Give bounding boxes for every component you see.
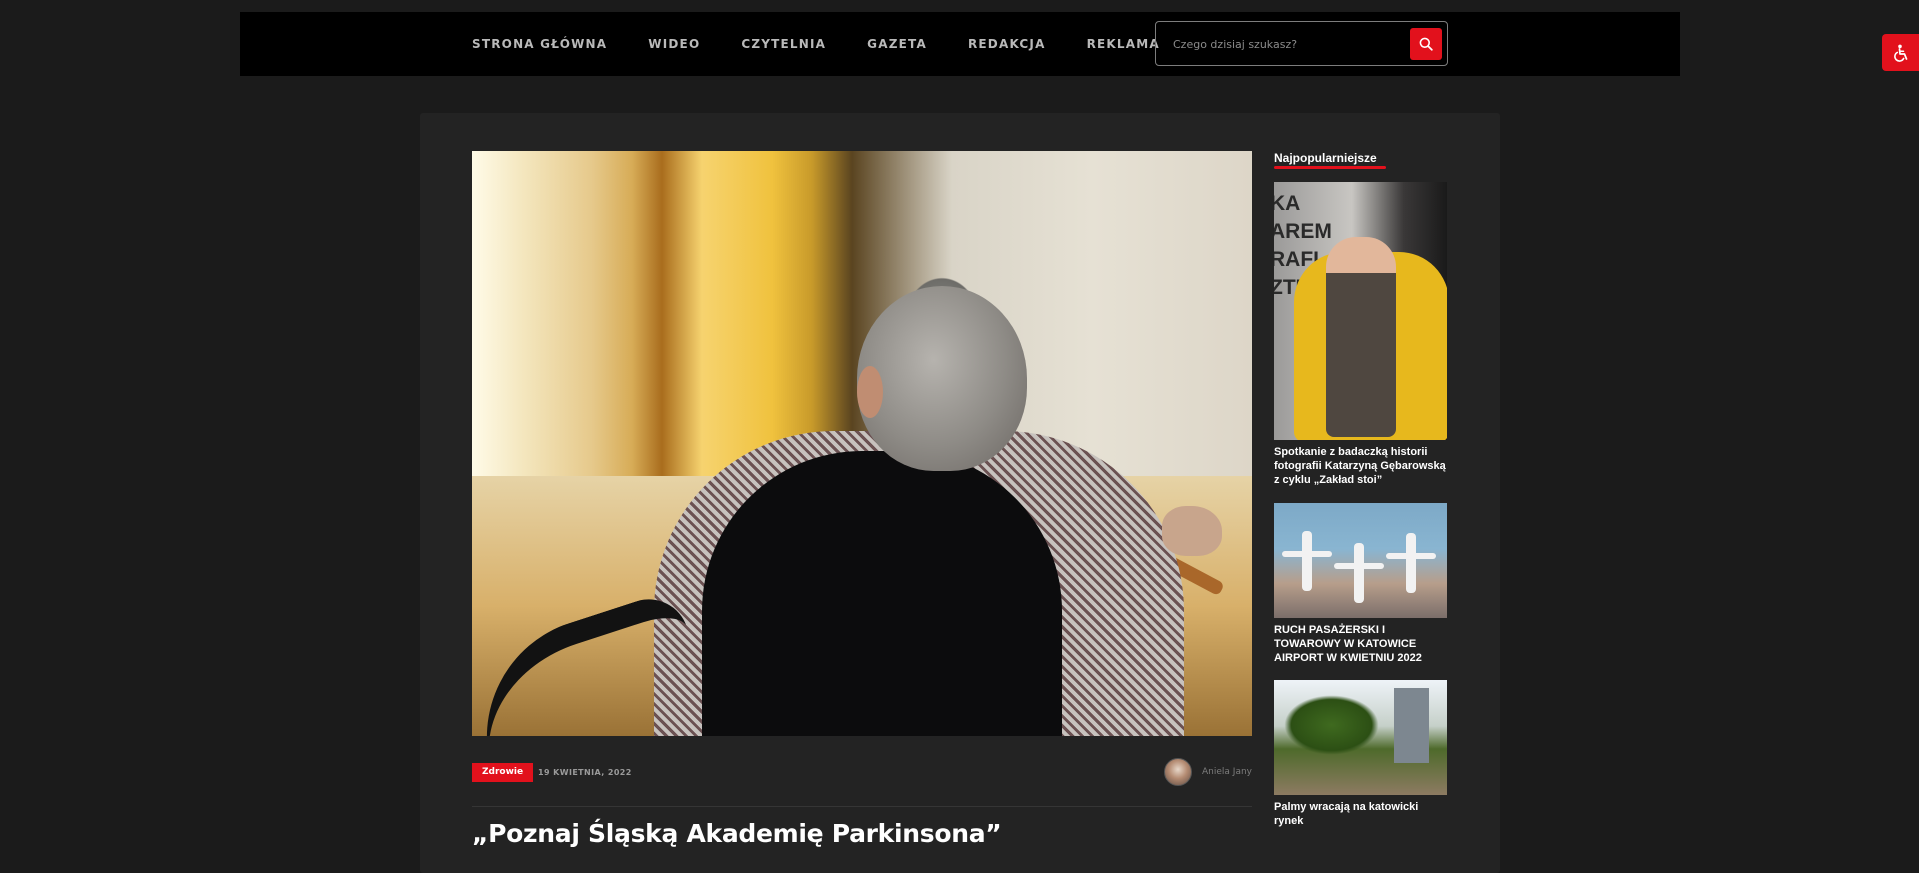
article-hero-image [472, 151, 1252, 736]
nav-link-home[interactable]: STRONA GŁÓWNA [472, 37, 607, 51]
palm-tree [1284, 695, 1379, 755]
search-icon [1419, 37, 1433, 51]
search-button[interactable] [1410, 28, 1442, 60]
hero-hand [1162, 506, 1222, 556]
article-title: „Poznaj Śląską Akademię Parkinsona” [472, 819, 1002, 848]
article-meta: Zdrowie 19 KWIETNIA, 2022 Aniela Jany [472, 758, 1252, 787]
popular-sidebar: Najpopularniejsze KA AREM RAFI ZTUKA Spo… [1274, 149, 1447, 828]
popular-post-title[interactable]: Palmy wracają na katowicki rynek [1274, 800, 1447, 828]
author-link[interactable]: Aniela Jany [1164, 757, 1252, 787]
hero-vest [702, 451, 1062, 736]
popular-post-title[interactable]: Spotkanie z badaczką historii fotografii… [1274, 445, 1447, 487]
wheelchair-icon [1893, 44, 1907, 62]
airplane [1334, 543, 1384, 603]
popular-post-image[interactable]: KA AREM RAFI ZTUKA [1274, 182, 1447, 440]
backdrop-line: AREM [1274, 220, 1332, 243]
search-box [1155, 21, 1448, 67]
popular-post-image[interactable] [1274, 503, 1447, 618]
article-card: Zdrowie 19 KWIETNIA, 2022 Aniela Jany „P… [420, 113, 1500, 873]
airplane [1282, 531, 1332, 591]
hero-head [857, 286, 1027, 471]
popular-post[interactable]: Palmy wracają na katowicki rynek [1274, 680, 1447, 828]
airplane [1386, 533, 1436, 593]
popular-post[interactable]: RUCH PASAŻERSKI I TOWAROWY W KATOWICE AI… [1274, 503, 1447, 665]
main-menu: STRONA GŁÓWNA WIDEO CZYTELNIA GAZETA RED… [472, 12, 1201, 76]
building [1394, 688, 1429, 763]
category-badge[interactable]: Zdrowie [472, 763, 534, 782]
sidebar-heading: Najpopularniejsze [1274, 151, 1386, 169]
popular-post-title[interactable]: RUCH PASAŻERSKI I TOWAROWY W KATOWICE AI… [1274, 623, 1447, 665]
accessibility-button[interactable] [1882, 34, 1919, 71]
meta-divider [472, 806, 1252, 807]
author-name: Aniela Jany [1202, 767, 1252, 777]
author-avatar [1164, 758, 1193, 786]
search-input[interactable] [1171, 22, 1395, 67]
nav-link-newspaper[interactable]: GAZETA [867, 37, 927, 51]
hero-ear [857, 366, 883, 418]
nav-link-editorial[interactable]: REDAKCJA [968, 37, 1046, 51]
publish-date: 19 KWIETNIA, 2022 [538, 768, 632, 777]
popular-post[interactable]: KA AREM RAFI ZTUKA Spotkanie z badaczką … [1274, 182, 1447, 487]
nav-link-advertising[interactable]: REKLAMA [1087, 37, 1160, 51]
backdrop-line: KA [1274, 192, 1301, 215]
nav-link-video[interactable]: WIDEO [648, 37, 700, 51]
nav-link-reading-room[interactable]: CZYTELNIA [741, 37, 826, 51]
popular-post-image[interactable] [1274, 680, 1447, 795]
top-navigation-bar: STRONA GŁÓWNA WIDEO CZYTELNIA GAZETA RED… [240, 12, 1680, 76]
seated-woman [1326, 237, 1396, 437]
